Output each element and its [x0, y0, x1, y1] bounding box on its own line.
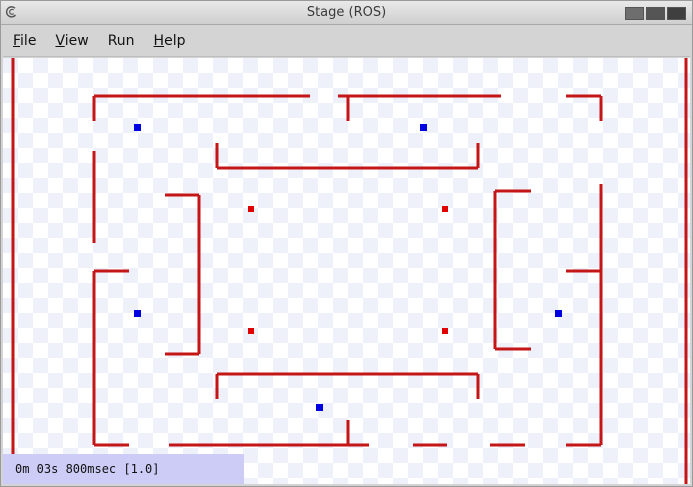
close-button[interactable] [667, 7, 686, 20]
menu-file-mnemonic: F [13, 33, 21, 49]
simulation-time-text: 0m 03s 800msec [1.0] [15, 462, 160, 476]
robot-marker [316, 404, 323, 411]
robot-marker [134, 310, 141, 317]
simulation-canvas[interactable] [3, 58, 690, 484]
window-title: Stage (ROS) [306, 5, 387, 20]
maximize-button[interactable] [646, 7, 665, 20]
menu-file-rest: ile [20, 33, 37, 49]
menu-view-mnemonic: V [55, 33, 65, 49]
robot-marker [134, 124, 141, 131]
title-bar[interactable]: Stage (ROS) [1, 1, 692, 25]
window-controls [625, 7, 686, 20]
menu-view[interactable]: View [45, 33, 97, 49]
menu-help[interactable]: Help [144, 33, 195, 49]
target-marker [248, 206, 254, 212]
robot-marker [420, 124, 427, 131]
stage-window: Stage (ROS) File View Run Help 0m 03s 80… [0, 0, 693, 487]
world-view[interactable] [3, 58, 690, 484]
target-marker [248, 328, 254, 334]
menu-bar: File View Run Help [3, 26, 690, 57]
menu-help-mnemonic: H [153, 33, 165, 49]
menu-help-rest: elp [164, 33, 186, 49]
status-clock: 0m 03s 800msec [1.0] [3, 454, 244, 484]
target-marker [442, 206, 448, 212]
menu-file[interactable]: File [3, 33, 45, 49]
robot-marker [555, 310, 562, 317]
minimize-button[interactable] [625, 7, 644, 20]
menu-run[interactable]: Run [98, 33, 144, 49]
menu-run-label: Run [107, 33, 135, 49]
menu-view-rest: iew [64, 33, 89, 49]
target-marker [442, 328, 448, 334]
